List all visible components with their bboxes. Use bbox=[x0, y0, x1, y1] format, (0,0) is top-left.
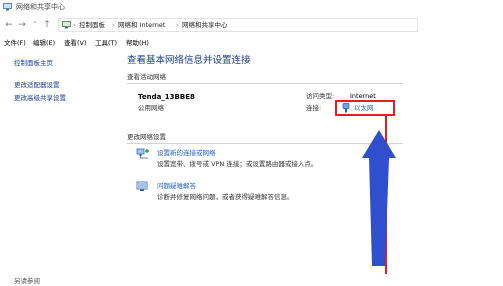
menu-edit[interactable]: 编辑(E) bbox=[33, 38, 55, 48]
menu-tools[interactable]: 工具(T) bbox=[95, 38, 117, 48]
sidebar-item-advanced-sharing-settings[interactable]: 更改高级共享设置 bbox=[14, 93, 66, 103]
title-bar: 网络和共享中心 bbox=[0, 0, 503, 15]
sidebar: 控制面板主页 更改适配器设置 更改高级共享设置 另请参阅 bbox=[0, 50, 120, 285]
change-settings-title: 更改网络设置 bbox=[127, 133, 166, 141]
network-type: 公用网络 bbox=[138, 104, 164, 112]
troubleshoot-link[interactable]: 问题疑难解答 bbox=[157, 181, 196, 191]
sidebar-item-change-adapter-settings[interactable]: 更改适配器设置 bbox=[14, 80, 60, 90]
highlight-box bbox=[335, 100, 395, 116]
breadcrumb-separator: › bbox=[73, 21, 76, 29]
address-box[interactable]: › 控制面板 › 网络和 Internet › 网络和共享中心 bbox=[58, 18, 418, 32]
network-center-icon bbox=[3, 3, 12, 11]
breadcrumb-sharing-center[interactable]: 网络和共享中心 bbox=[182, 20, 228, 31]
breadcrumb-network-internet[interactable]: 网络和 Internet bbox=[118, 20, 165, 31]
up-button[interactable]: ↑ bbox=[42, 19, 52, 31]
menu-file[interactable]: 文件(F) bbox=[4, 38, 26, 48]
network-name: Tenda_13BBE8 bbox=[138, 93, 195, 101]
address-bar: ← → ˅ ↑ › 控制面板 › 网络和 Internet › 网络和共享中心 bbox=[0, 15, 503, 35]
sidebar-item-control-panel-home[interactable]: 控制面板主页 bbox=[14, 58, 53, 68]
recent-locations-button[interactable]: ˅ bbox=[30, 19, 40, 31]
setup-new-connection-desc: 设置宽带、拨号或 VPN 连接；或设置路由器或接入点。 bbox=[157, 160, 318, 168]
troubleshoot-icon bbox=[136, 181, 148, 191]
breadcrumb-separator: › bbox=[176, 21, 179, 29]
menu-help[interactable]: 帮助(H) bbox=[126, 38, 149, 48]
section-divider bbox=[127, 83, 403, 84]
annotation-red-line bbox=[385, 116, 387, 274]
connections-label: 连接: bbox=[306, 104, 322, 112]
section-divider bbox=[127, 143, 403, 144]
control-panel-icon bbox=[62, 21, 71, 29]
breadcrumb-separator: › bbox=[112, 21, 115, 29]
menu-bar: 文件(F) 编辑(E) 查看(V) 工具(T) 帮助(H) bbox=[0, 36, 503, 50]
window-title: 网络和共享中心 bbox=[16, 3, 65, 11]
page-title: 查看基本网络信息并设置连接 bbox=[127, 55, 251, 66]
back-button[interactable]: ← bbox=[4, 19, 14, 31]
menu-view[interactable]: 查看(V) bbox=[64, 38, 87, 48]
troubleshoot-desc: 诊断并修复网络问题，或者获得疑难解答信息。 bbox=[157, 193, 294, 201]
new-connection-icon bbox=[136, 148, 149, 159]
breadcrumb-control-panel[interactable]: 控制面板 bbox=[79, 20, 105, 31]
access-type-label: 访问类型: bbox=[306, 92, 335, 100]
main-content: 查看基本网络信息并设置连接 查看活动网络 Tenda_13BBE8 公用网络 访… bbox=[120, 50, 503, 285]
setup-new-connection-link[interactable]: 设置新的连接或网络 bbox=[157, 148, 216, 158]
forward-button[interactable]: → bbox=[17, 19, 27, 31]
active-networks-title: 查看活动网络 bbox=[127, 73, 166, 81]
